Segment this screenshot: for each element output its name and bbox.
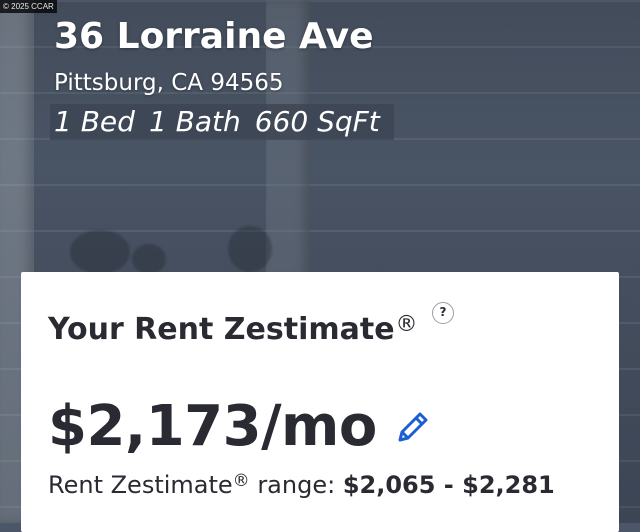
card-title: Your Rent Zestimate® <box>48 308 418 352</box>
plant-silhouette <box>70 230 130 274</box>
range-label: Rent Zestimate <box>48 471 233 499</box>
range-suffix: range: <box>257 471 336 499</box>
property-facts: 1 Bed 1 Bath 660 SqFt <box>50 104 394 140</box>
registered-mark: ® <box>395 312 418 337</box>
pencil-icon[interactable] <box>395 409 431 445</box>
range-values: $2,065 - $2,281 <box>342 471 555 499</box>
street-address: 36 Lorraine Ave <box>54 16 374 57</box>
plant-silhouette <box>228 226 272 272</box>
card-title-text: Your Rent Zestimate <box>48 312 395 347</box>
beds-count: 1 Bed <box>54 105 135 138</box>
registered-mark: ® <box>232 471 250 491</box>
rent-range: Rent Zestimate® range: $2,065 - $2,281 <box>48 469 555 501</box>
question-circle-icon[interactable]: ? <box>432 302 454 324</box>
baths-count: 1 Bath <box>148 105 241 138</box>
city-state-zip: Pittsburg, CA 94565 <box>54 70 284 96</box>
price-row: $2,173/mo <box>48 392 431 462</box>
plant-silhouette <box>132 244 166 274</box>
square-footage: 660 SqFt <box>254 105 380 138</box>
address-block: 36 Lorraine Ave Pittsburg, CA 94565 1 Be… <box>50 14 394 140</box>
photo-copyright: © 2025 CCAR <box>0 0 57 13</box>
rent-price: $2,173/mo <box>48 394 377 459</box>
rent-zestimate-card: Your Rent Zestimate® ? $2,173/mo Rent Ze… <box>21 272 619 532</box>
